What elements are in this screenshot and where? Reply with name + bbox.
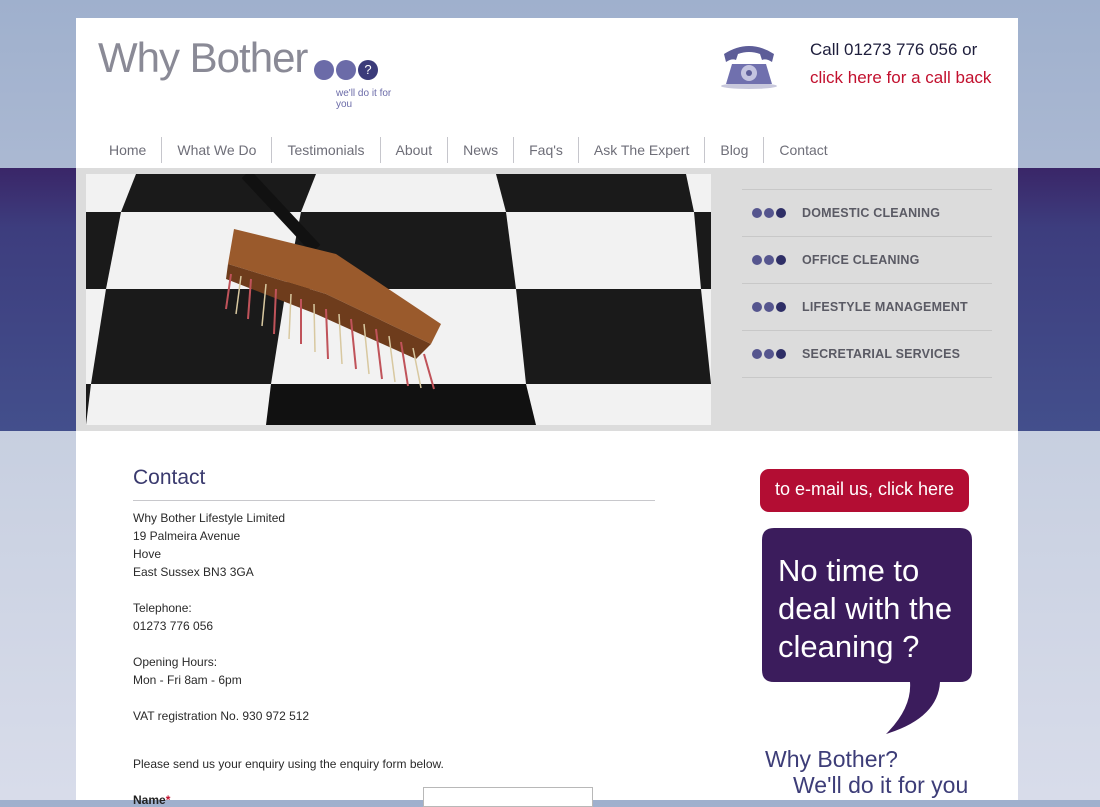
form-intro: Please send us your enquiry using the en… — [133, 757, 444, 771]
nav-what-we-do[interactable]: What We Do — [162, 137, 273, 163]
site-logo[interactable]: Why Bother ? we'll do it for you — [98, 34, 398, 110]
page-container: Why Bother ? we'll do it for you Call 01… — [76, 18, 1018, 807]
main-nav: Home What We Do Testimonials About News … — [94, 136, 843, 164]
logo-tagline: we'll do it for you — [336, 88, 392, 110]
telephone-number: 01273 776 056 — [133, 619, 214, 633]
service-domestic-cleaning[interactable]: DOMESTIC CLEANING — [742, 189, 992, 236]
speech-bubble: No time to deal with the cleaning ? — [760, 528, 974, 736]
address-line-1: 19 Palmeira Avenue — [133, 529, 241, 543]
name-input[interactable] — [423, 787, 593, 807]
nav-about[interactable]: About — [381, 137, 449, 163]
service-label: SECRETARIAL SERVICES — [802, 347, 961, 361]
nav-ask-the-expert[interactable]: Ask The Expert — [579, 137, 706, 163]
call-number-text: Call 01273 776 056 or — [810, 40, 978, 59]
service-office-cleaning[interactable]: OFFICE CLEANING — [742, 236, 992, 283]
nav-news[interactable]: News — [448, 137, 515, 163]
service-dots-icon — [752, 208, 788, 218]
contact-details: Why Bother Lifestyle Limited 19 Palmeira… — [133, 509, 655, 773]
logo-dot — [314, 60, 334, 80]
vat-registration: VAT registration No. 930 972 512 — [133, 709, 310, 723]
telephone-label: Telephone: — [133, 601, 192, 615]
logo-dot — [336, 60, 356, 80]
hero-panel: DOMESTIC CLEANING OFFICE CLEANING LIFEST… — [76, 168, 1018, 431]
service-dots-icon — [752, 349, 788, 359]
service-label: OFFICE CLEANING — [802, 253, 920, 267]
contact-content: Contact Why Bother Lifestyle Limited 19 … — [133, 466, 655, 807]
nav-blog[interactable]: Blog — [705, 137, 765, 163]
service-dots-icon — [752, 255, 788, 265]
opening-hours: Mon - Fri 8am - 6pm — [133, 673, 242, 687]
nav-home[interactable]: Home — [94, 137, 163, 163]
required-mark: * — [165, 793, 171, 807]
address-line-2: Hove — [133, 547, 162, 561]
nav-testimonials[interactable]: Testimonials — [272, 137, 381, 163]
callback-link[interactable]: click here for a call back — [810, 68, 991, 88]
service-label: DOMESTIC CLEANING — [802, 206, 941, 220]
page-title: Contact — [133, 466, 655, 501]
address-line-3: East Sussex BN3 3GA — [133, 565, 254, 579]
hero-brush-image — [86, 174, 711, 425]
service-secretarial-services[interactable]: SECRETARIAL SERVICES — [742, 330, 992, 378]
logo-text: Why Bother — [98, 34, 308, 81]
name-label: Name* — [133, 793, 171, 807]
services-list: DOMESTIC CLEANING OFFICE CLEANING LIFEST… — [742, 189, 992, 378]
service-label: LIFESTYLE MANAGEMENT — [802, 300, 968, 314]
logo-question-dot: ? — [358, 60, 378, 80]
logo-dots-icon: ? — [314, 60, 380, 80]
name-form-row: Name* — [133, 787, 655, 807]
company-name: Why Bother Lifestyle Limited — [133, 511, 286, 525]
nav-faqs[interactable]: Faq's — [514, 137, 579, 163]
nav-contact[interactable]: Contact — [764, 137, 842, 163]
bubble-text: No time to deal with the cleaning ? — [778, 553, 953, 664]
email-us-button[interactable]: to e-mail us, click here — [760, 469, 969, 512]
service-lifestyle-management[interactable]: LIFESTYLE MANAGEMENT — [742, 283, 992, 330]
opening-hours-label: Opening Hours: — [133, 655, 218, 669]
slogan-line-2: We'll do it for you — [793, 772, 969, 798]
service-dots-icon — [752, 302, 788, 312]
slogan-line-1: Why Bother? — [765, 746, 898, 772]
telephone-icon — [721, 46, 777, 89]
